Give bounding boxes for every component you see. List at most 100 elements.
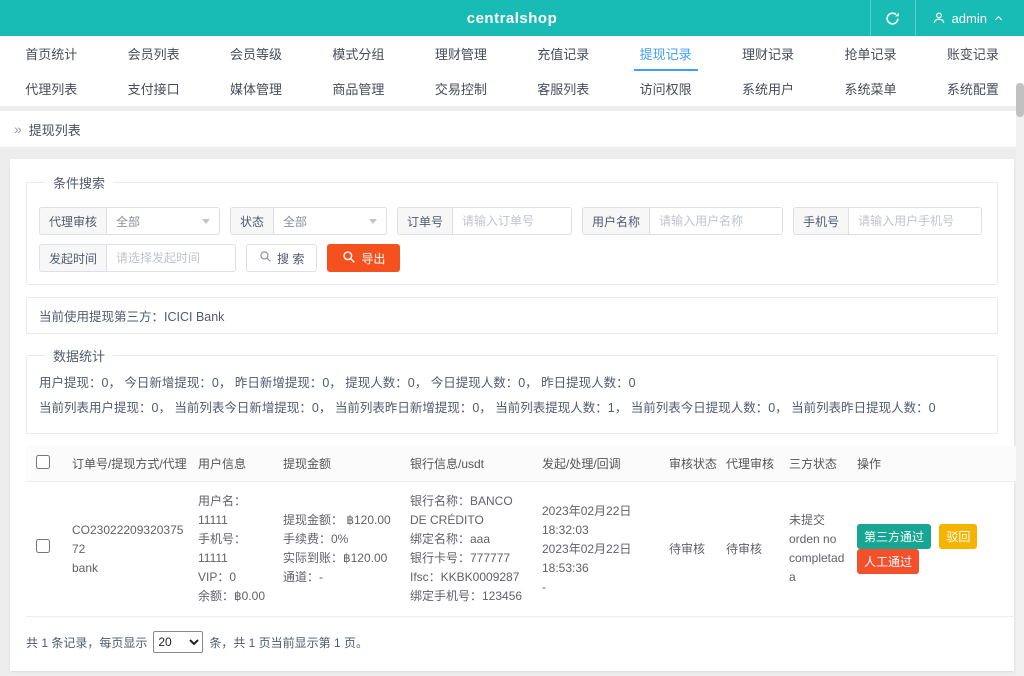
topbar: centralshop admin [0,0,1024,36]
audit-status-cell: 待审核 [663,482,720,617]
agent-audit-select[interactable]: 全部 [107,208,219,234]
stats-line-1: 用户提现：0， 今日新增提现：0， 昨日新增提现：0， 提现人数：0， 今日提现… [39,371,985,396]
chevron-up-icon [993,13,1004,24]
order-no-label: 订单号 [398,208,453,234]
tab-system-menu[interactable]: 系统菜单 [819,71,921,106]
withdraw-method: bank [72,559,186,578]
start-time-input[interactable] [107,245,235,271]
col-header-third-status: 三方状态 [783,446,851,482]
search-fieldset: 条件搜索 代理审核 全部 状态 全部 订单号 [26,173,998,285]
start-time-filter: 发起时间 [39,244,236,272]
col-header-order: 订单号/提现方式/代理 [66,446,192,482]
audit-status-badge: 待审核 [669,542,705,556]
content-panel: 条件搜索 代理审核 全部 状态 全部 订单号 [10,159,1014,671]
pagination-suffix: 条，共 1 页当前显示第 1 页。 [209,634,368,651]
search-icon [259,250,272,266]
tab-account-change-records[interactable]: 账变记录 [922,36,1024,71]
app-root: centralshop admin 首页统计 会员列表 会员等级 [0,0,1024,671]
tab-system-config[interactable]: 系统配置 [922,71,1024,106]
refresh-button[interactable] [870,0,916,36]
phone-label: 手机号 [794,208,849,234]
tab-agent-list[interactable]: 代理列表 [0,71,102,106]
amount-cell: 提现金额： ฿120.00 手续费：0% 实际到账：฿120.00 通道：- [277,482,404,617]
col-header-amount: 提现金额 [277,446,404,482]
start-time-label: 发起时间 [40,245,107,271]
tab-grab-order-records[interactable]: 抢单记录 [819,36,921,71]
col-header-user-info: 用户信息 [192,446,277,482]
manual-approve-button[interactable]: 人工通过 [857,549,919,574]
row-checkbox[interactable] [36,539,50,553]
select-all-checkbox[interactable] [36,455,50,469]
nav-row-1: 首页统计 会员列表 会员等级 模式分组 理财管理 充值记录 提现记录 理财记录 … [0,36,1024,71]
pagination-prefix: 共 1 条记录，每页显示 [26,634,147,651]
stats-fieldset: 数据统计 用户提现：0， 今日新增提现：0， 昨日新增提现：0， 提现人数：0，… [26,346,998,434]
username-label: admin [952,11,987,26]
export-button[interactable]: 导出 [327,244,400,272]
search-button-label: 搜 索 [277,250,304,267]
search-legend: 条件搜索 [45,173,113,192]
col-header-time: 发起/处理/回调 [536,446,663,482]
reject-button[interactable]: 驳回 [939,524,977,549]
status-select[interactable]: 全部 [274,208,386,234]
topbar-actions: admin [870,0,1024,36]
agent-audit-value: 全部 [116,213,140,230]
tab-product-manage[interactable]: 商品管理 [307,71,409,106]
filter-row-2: 发起时间 搜 索 导出 [39,244,985,272]
user-icon [932,11,946,25]
order-no-input[interactable] [453,208,571,234]
withdraw-table: 订单号/提现方式/代理 用户信息 提现金额 银行信息/usdt 发起/处理/回调… [26,446,1019,617]
pagination: 共 1 条记录，每页显示 20 条，共 1 页当前显示第 1 页。 [26,617,998,655]
tab-mode-group[interactable]: 模式分组 [307,36,409,71]
table-row: CO2302220932037572 bank 用户名：11111 手机号：11… [26,482,1019,617]
breadcrumb-marker-icon: » [14,121,22,137]
username-filter: 用户名称 [582,207,783,235]
order-no: CO2302220932037572 [72,521,186,559]
col-header-bank-info: 银行信息/usdt [404,446,536,482]
agent-audit-label: 代理审核 [40,208,107,234]
tab-withdraw-records[interactable]: 提现记录 [614,36,716,71]
tab-finance-records[interactable]: 理财记录 [717,36,819,71]
chevron-down-icon [369,219,377,224]
tab-system-users[interactable]: 系统用户 [717,71,819,106]
tab-member-list[interactable]: 会员列表 [102,36,204,71]
stats-line-2: 当前列表用户提现：0， 当前列表今日新增提现：0， 当前列表昨日新增提现：0， … [39,396,985,421]
tab-payment-api[interactable]: 支付接口 [102,71,204,106]
third-party-notice-text: 当前使用提现第三方：ICICI Bank [39,310,224,324]
phone-input[interactable] [849,208,981,234]
chevron-down-icon [202,219,210,224]
scrollbar-thumb[interactable] [1016,83,1024,117]
order-no-filter: 订单号 [397,207,572,235]
nav-row-2: 代理列表 支付接口 媒体管理 商品管理 交易控制 客服列表 访问权限 系统用户 … [0,71,1024,106]
username-input[interactable] [650,208,782,234]
page-size-select[interactable]: 20 [153,631,203,653]
username-filter-label: 用户名称 [583,208,650,234]
status-value: 全部 [283,213,307,230]
user-menu[interactable]: admin [916,0,1024,36]
tab-finance-manage[interactable]: 理财管理 [410,36,512,71]
tab-trade-control[interactable]: 交易控制 [410,71,512,106]
tab-member-level[interactable]: 会员等级 [205,36,307,71]
table-header-row: 订单号/提现方式/代理 用户信息 提现金额 银行信息/usdt 发起/处理/回调… [26,446,1019,482]
export-search-icon [342,250,356,267]
status-label: 状态 [231,208,274,234]
tab-media-manage[interactable]: 媒体管理 [205,71,307,106]
order-cell: CO2302220932037572 bank [66,482,192,617]
tab-recharge-records[interactable]: 充值记录 [512,36,614,71]
breadcrumb: » 提现列表 [0,111,1024,147]
tab-access-permission[interactable]: 访问权限 [614,71,716,106]
status-filter: 状态 全部 [230,207,387,235]
third-status-cell: 未提交 orden no completada [783,482,851,617]
agent-audit-badge: 待审核 [726,542,762,556]
actions-cell: 第三方通过 驳回 人工通过 [851,482,1019,617]
col-header-agent-audit: 代理审核 [720,446,783,482]
time-cell: 2023年02月22日 18:32:03 2023年02月22日 18:53:3… [536,482,663,617]
third-party-approve-button[interactable]: 第三方通过 [857,524,931,549]
third-party-notice: 当前使用提现第三方：ICICI Bank [26,297,998,334]
scrollbar[interactable] [1016,83,1024,676]
search-button[interactable]: 搜 索 [246,244,317,272]
col-header-audit-status: 审核状态 [663,446,720,482]
tab-customer-service-list[interactable]: 客服列表 [512,71,614,106]
refresh-icon [885,11,900,26]
tab-home-stats[interactable]: 首页统计 [0,36,102,71]
col-header-actions: 操作 [851,446,1019,482]
